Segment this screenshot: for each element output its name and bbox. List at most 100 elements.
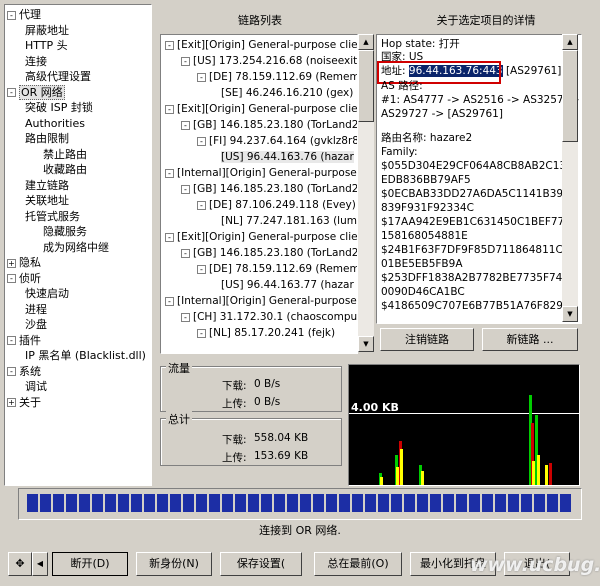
new-identity-button[interactable]: 新身份(N) — [136, 552, 212, 576]
circuit-node[interactable]: - [Exit][Origin] General-purpose client_ — [165, 37, 357, 53]
collapse-icon[interactable]: - — [165, 168, 174, 178]
collapse-icon[interactable]: - — [7, 10, 16, 20]
circuit-node[interactable]: [US] 96.44.163.77 (hazar — [213, 277, 354, 293]
nav-item[interactable]: 快速启动 — [25, 286, 69, 301]
circuit-node[interactable]: - [CH] 31.172.30.1 (chaoscompute — [181, 309, 357, 325]
disconnect-button[interactable]: 断开(D) — [52, 552, 128, 576]
circuit-node[interactable]: - [Exit][Origin] General-purpose client_ — [165, 101, 357, 117]
nav-item[interactable]: Authorities — [25, 116, 85, 131]
progress-block — [248, 494, 259, 512]
save-settings-button[interactable]: 保存设置( — [220, 552, 302, 576]
nav-item[interactable]: IP 黑名单 (Blacklist.dll) — [25, 348, 146, 363]
collapse-icon[interactable]: - — [197, 328, 206, 338]
nav-item-label: 收藏路由 — [43, 163, 87, 176]
family-entry: EDB836BB79AF5 — [381, 174, 471, 186]
circuit-node[interactable]: - [GB] 146.185.23.180 (TorLand2) — [181, 117, 357, 133]
nav-item[interactable]: 建立链路 — [25, 178, 69, 193]
circuit-node[interactable]: - [Exit][Origin] General-purpose client_ — [165, 229, 357, 245]
move-arrows-icon[interactable]: ✥ — [8, 552, 32, 576]
nav-item[interactable]: 进程 — [25, 302, 47, 317]
nav-item[interactable]: - 侦听 — [7, 271, 41, 286]
nav-item[interactable]: + 隐私 — [7, 255, 41, 270]
collapse-icon[interactable]: - — [7, 336, 16, 345]
details-scrollbar[interactable]: ▲ ▼ — [562, 34, 578, 322]
collapse-icon[interactable]: - — [181, 248, 190, 258]
collapse-icon[interactable]: - — [197, 264, 206, 274]
nav-item[interactable]: - OR 网络 — [7, 84, 65, 100]
nav-item[interactable]: 调试 — [25, 379, 47, 394]
nav-item[interactable]: - 系统 — [7, 364, 41, 379]
circuit-node[interactable]: [NL] 77.247.181.163 (lum — [213, 213, 357, 229]
circuit-list-scrollbar[interactable]: ▲ ▼ — [358, 34, 374, 352]
as-path-line-2: AS29727 -> [AS29761] — [381, 108, 503, 120]
nav-item[interactable]: 沙盘 — [25, 317, 47, 332]
circuit-node-label: [Internal][Origin] General-purpose clie — [177, 295, 357, 307]
collapse-icon[interactable]: - — [181, 120, 190, 130]
nav-item[interactable]: 隐藏服务 — [43, 224, 87, 239]
collapse-icon[interactable]: - — [181, 56, 190, 66]
circuit-node[interactable]: -[Internal][Origin] General-purpose clie — [165, 293, 357, 309]
collapse-icon[interactable]: - — [181, 312, 190, 322]
nav-item[interactable]: 收藏路由 — [43, 162, 87, 177]
close-circuit-button[interactable]: 注销链路 — [380, 328, 474, 351]
circuit-node[interactable]: - [GB] 146.185.23.180 (TorLand2) — [181, 245, 357, 261]
circuit-node-label: [NL] 77.247.181.163 (lum — [221, 215, 357, 227]
traffic-spike — [549, 463, 552, 485]
nav-item[interactable]: 突破 ISP 封锁 — [25, 100, 93, 115]
progress-block — [326, 494, 337, 512]
nav-item[interactable]: 高级代理设置 — [25, 69, 91, 84]
circuit-node[interactable]: - [FI] 94.237.64.164 (gvklz8r89 — [197, 133, 357, 149]
nav-item[interactable]: 屏蔽地址 — [25, 23, 69, 38]
collapse-icon[interactable]: - — [7, 274, 16, 283]
circuit-node[interactable]: -[Internal][Origin] General-purpose clie — [165, 165, 357, 181]
collapse-icon[interactable]: - — [7, 367, 16, 376]
scroll-up-icon[interactable]: ▲ — [562, 34, 578, 50]
scroll-up-icon[interactable]: ▲ — [358, 34, 374, 50]
scroll-thumb[interactable] — [562, 50, 578, 142]
scroll-thumb[interactable] — [358, 50, 374, 122]
circuit-node[interactable]: [US] 96.44.163.76 (hazar — [213, 149, 354, 165]
circuit-node[interactable]: - [US] 173.254.216.68 (noiseexit01 — [181, 53, 357, 69]
circuit-node[interactable]: - [DE] 78.159.112.69 (Rememb — [197, 261, 357, 277]
nav-item[interactable]: HTTP 头 — [25, 38, 68, 53]
download-rate-label: 下载: — [222, 380, 247, 392]
nav-item[interactable]: 成为网络中继 — [43, 240, 109, 255]
nav-item[interactable]: 禁止路由 — [43, 147, 87, 162]
scroll-down-icon[interactable]: ▼ — [358, 336, 374, 352]
nav-item[interactable]: + 关于 — [7, 395, 41, 410]
collapse-icon[interactable]: - — [7, 88, 16, 97]
graph-scale-label: 4.00 KB — [351, 401, 399, 414]
circuit-node-label: [US] 96.44.163.77 (hazar — [221, 279, 354, 291]
collapse-icon[interactable]: - — [197, 72, 206, 82]
collapse-icon[interactable]: - — [181, 184, 190, 194]
family-entry: $253DFF1838A2B7782BE7735F74E5 — [381, 272, 576, 284]
nav-item[interactable]: - 代理 — [7, 7, 41, 22]
nav-item[interactable]: 连接 — [25, 54, 47, 69]
circuit-node[interactable]: - [NL] 85.17.20.241 (fejk) — [197, 325, 335, 341]
nav-item[interactable]: 关联地址 — [25, 193, 69, 208]
circuit-node[interactable]: [SE] 46.246.16.210 (gex) — [213, 85, 353, 101]
circuit-node[interactable]: - [DE] 87.106.249.118 (Evey) — [197, 197, 356, 213]
as-path-label: AS 路径: — [381, 80, 423, 92]
nav-item[interactable]: 托管式服务 — [25, 209, 80, 224]
nav-item[interactable]: - 插件 — [7, 333, 41, 348]
circuit-node[interactable]: - [GB] 146.185.23.180 (TorLand2) — [181, 181, 357, 197]
left-arrow-icon[interactable]: ◀ — [32, 552, 48, 576]
collapse-icon[interactable]: - — [165, 296, 174, 306]
collapse-icon[interactable]: - — [165, 104, 174, 114]
expand-icon[interactable]: + — [7, 258, 16, 268]
always-on-top-button[interactable]: 总在最前(O) — [314, 552, 402, 576]
circuit-node[interactable]: - [DE] 78.159.112.69 (Rememb — [197, 69, 357, 85]
traffic-spike — [400, 449, 403, 485]
progress-block — [157, 494, 168, 512]
collapse-icon[interactable]: - — [197, 136, 206, 146]
scroll-down-icon[interactable]: ▼ — [562, 306, 578, 322]
collapse-icon[interactable]: - — [165, 40, 174, 50]
collapse-icon[interactable]: - — [165, 232, 174, 242]
collapse-icon[interactable]: - — [197, 200, 206, 210]
nav-item[interactable]: 路由限制 — [25, 131, 69, 146]
new-circuit-button[interactable]: 新链路 ... — [482, 328, 578, 351]
expand-icon[interactable]: + — [7, 398, 16, 407]
nav-item-label: 禁止路由 — [43, 147, 87, 161]
family-entry: $17AA942E9EB1C631450C1BEF77C — [381, 216, 572, 228]
